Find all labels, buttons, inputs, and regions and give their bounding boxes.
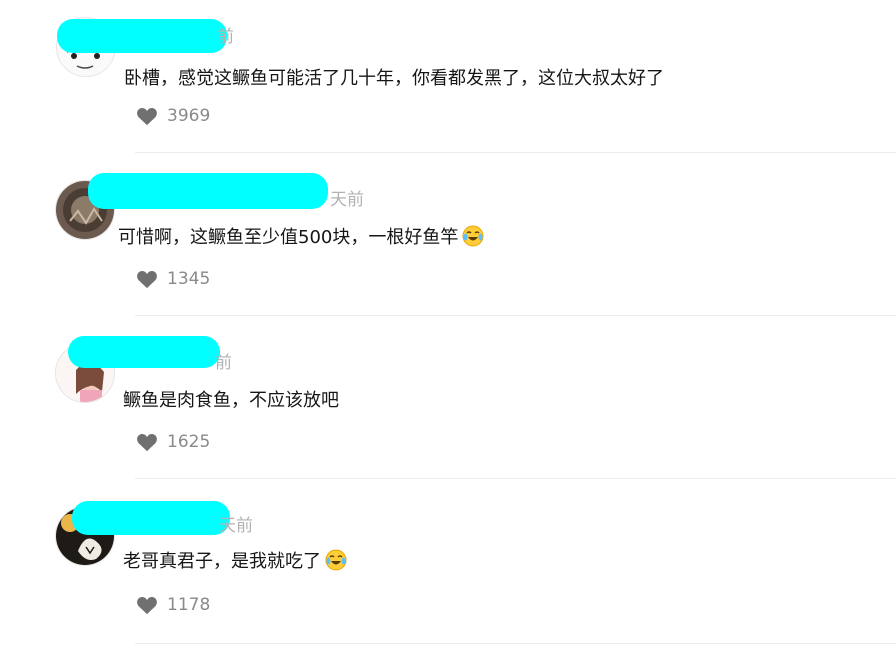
comment-item: 前 鳜鱼是肉食鱼，不应该放吧 1625 [0,316,896,479]
like-count: 1625 [167,432,211,452]
comment-time: 天前 [330,190,364,210]
comment-divider [135,643,896,644]
like-button[interactable]: 3969 [136,106,210,126]
comment-time: 前 [217,27,234,47]
like-count: 3969 [167,106,211,126]
like-count: 1345 [167,269,211,289]
comment-text-content: 老哥真君子，是我就吃了 [123,551,321,572]
comment-text: 卧槽，感觉这鳜鱼可能活了几十年，你看都发黑了，这位大叔太好了 [124,68,664,89]
comment-item: 天前 可惜啊，这鳜鱼至少值500块，一根好鱼竿 1345 [0,153,896,316]
like-count: 1178 [167,595,211,615]
laughing-crying-emoji-icon [462,225,484,252]
heart-icon [136,595,158,615]
heart-icon [136,269,158,289]
redacted-username [57,19,227,53]
comment-item: 前 卧槽，感觉这鳜鱼可能活了几十年，你看都发黑了，这位大叔太好了 3969 [0,0,896,153]
comment-text: 鳜鱼是肉食鱼，不应该放吧 [123,390,339,411]
comment-item: 天前 老哥真君子，是我就吃了 1178 [0,479,896,649]
like-button[interactable]: 1178 [136,595,210,615]
heart-icon [136,432,158,452]
redacted-username [72,501,230,535]
comment-text-content: 可惜啊，这鳜鱼至少值500块，一根好鱼竿 [118,227,459,248]
heart-icon [136,106,158,126]
comment-time: 前 [215,353,232,373]
laughing-crying-emoji-icon [325,549,347,576]
comment-text: 老哥真君子，是我就吃了 [123,547,347,576]
like-button[interactable]: 1345 [136,269,210,289]
comment-text: 可惜啊，这鳜鱼至少值500块，一根好鱼竿 [118,223,484,252]
like-button[interactable]: 1625 [136,432,210,452]
redacted-username [88,173,328,209]
redacted-username [68,336,220,368]
comment-time: 天前 [219,516,253,536]
